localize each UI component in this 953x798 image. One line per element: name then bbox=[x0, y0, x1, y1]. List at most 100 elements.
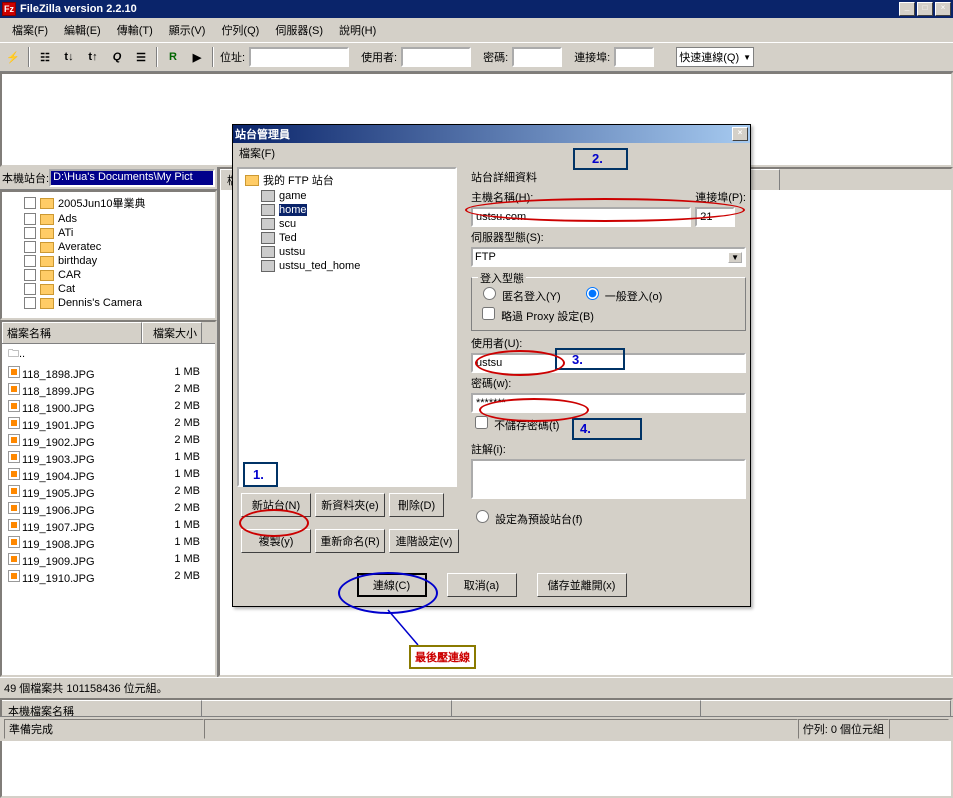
up-dir[interactable]: 🗀.. bbox=[4, 344, 144, 365]
app-icon: Fz bbox=[2, 2, 16, 16]
file-row[interactable]: 119_1909.JPG1 MB bbox=[2, 552, 215, 569]
file-row[interactable]: 119_1905.JPG2 MB bbox=[2, 484, 215, 501]
local-path-input[interactable]: D:\Hua's Documents\My Pict bbox=[49, 169, 215, 187]
annotation-oval-newsite bbox=[239, 509, 309, 537]
rename-button[interactable]: 重新命名(R) bbox=[315, 529, 385, 553]
port-label: 連接埠: bbox=[574, 49, 610, 65]
file-row[interactable]: 119_1903.JPG1 MB bbox=[2, 450, 215, 467]
default-site-radio[interactable]: 設定為預設站台(f) bbox=[471, 507, 746, 527]
local-status: 49 個檔案共 101158436 位元組。 bbox=[0, 677, 953, 698]
status-queue: 佇列: 0 個位元組 bbox=[798, 719, 889, 739]
local-file-list[interactable]: 檔案名稱 檔案大小 🗀.. 118_1898.JPG1 MB118_1899.J… bbox=[0, 320, 217, 677]
file-row[interactable]: 119_1907.JPG1 MB bbox=[2, 518, 215, 535]
tree-folder[interactable]: Averatec bbox=[4, 240, 213, 254]
tree-folder[interactable]: CAR bbox=[4, 268, 213, 282]
menu-help[interactable]: 說明(H) bbox=[331, 20, 384, 40]
annotation-3: 3. bbox=[572, 352, 583, 367]
menu-server[interactable]: 伺服器(S) bbox=[267, 20, 331, 40]
advanced-button[interactable]: 進階設定(v) bbox=[389, 529, 459, 553]
file-row[interactable]: 118_1898.JPG1 MB bbox=[2, 365, 215, 382]
file-row[interactable]: 118_1900.JPG2 MB bbox=[2, 399, 215, 416]
tree-folder[interactable]: 2005Jun10畢業典 bbox=[4, 194, 213, 212]
delete-button[interactable]: 刪除(D) bbox=[389, 493, 444, 517]
sitemanager-icon[interactable]: ☷ bbox=[34, 46, 56, 68]
col-filename[interactable]: 檔案名稱 bbox=[2, 322, 142, 343]
detail-title: 站台詳細資料 bbox=[471, 169, 746, 185]
annotation-1: 1. bbox=[253, 467, 264, 482]
site-item[interactable]: scu bbox=[241, 217, 453, 231]
quickconnect-button[interactable]: 快速連線(Q)▼ bbox=[676, 47, 754, 67]
pass-input[interactable] bbox=[512, 47, 562, 67]
tree-folder[interactable]: birthday bbox=[4, 254, 213, 268]
disconnect-icon[interactable]: ⚡ bbox=[2, 46, 24, 68]
file-row[interactable]: 119_1901.JPG2 MB bbox=[2, 416, 215, 433]
annotation-final: 最後壓連線 bbox=[409, 645, 476, 669]
menu-file[interactable]: 檔案(F) bbox=[4, 20, 56, 40]
dialog-close-button[interactable]: × bbox=[732, 127, 748, 141]
process-icon[interactable]: ▶ bbox=[186, 46, 208, 68]
user-input[interactable] bbox=[401, 47, 471, 67]
file-row[interactable]: 119_1908.JPG1 MB bbox=[2, 535, 215, 552]
menu-view[interactable]: 顯示(V) bbox=[161, 20, 214, 40]
log-icon[interactable]: ☰ bbox=[130, 46, 152, 68]
menu-edit[interactable]: 編輯(E) bbox=[56, 20, 109, 40]
main-menubar: 檔案(F) 編輯(E) 傳輸(T) 顯示(V) 佇列(Q) 伺服器(S) 說明(… bbox=[0, 18, 953, 42]
annotation-2: 2. bbox=[592, 151, 603, 166]
annotation-oval-host bbox=[465, 198, 745, 222]
local-site-label: 本機站台: bbox=[2, 170, 49, 186]
file-row[interactable]: 119_1902.JPG2 MB bbox=[2, 433, 215, 450]
file-row[interactable]: 119_1910.JPG2 MB bbox=[2, 569, 215, 586]
annotation-oval-pass bbox=[479, 398, 589, 422]
tree-folder[interactable]: Dennis's Camera bbox=[4, 296, 213, 310]
queue-icon[interactable]: Q bbox=[106, 46, 128, 68]
tree-folder[interactable]: Cat bbox=[4, 282, 213, 296]
anon-radio[interactable]: 匿名登入(Y) bbox=[478, 284, 561, 304]
addr-input[interactable] bbox=[249, 47, 349, 67]
tree-icon[interactable]: t↓ bbox=[58, 46, 80, 68]
cancel-button[interactable]: 取消(a) bbox=[447, 573, 517, 597]
save-exit-button[interactable]: 儲存並離開(x) bbox=[537, 573, 627, 597]
dialog-menu-file[interactable]: 檔案(F) bbox=[239, 148, 275, 160]
annotation-oval-connect bbox=[338, 572, 438, 614]
minimize-button[interactable]: _ bbox=[899, 2, 915, 16]
servertype-label: 伺服器型態(S): bbox=[471, 229, 746, 245]
site-item[interactable]: ustsu bbox=[241, 245, 453, 259]
site-tree[interactable]: 我的 FTP 站台 gamehomescuTedustsuustsu_ted_h… bbox=[237, 167, 457, 487]
normal-radio[interactable]: 一般登入(o) bbox=[581, 284, 663, 304]
close-button[interactable]: × bbox=[935, 2, 951, 16]
nosave-checkbox[interactable]: 不儲存密碼(t) bbox=[471, 420, 559, 432]
tree-folder[interactable]: Ads bbox=[4, 212, 213, 226]
pass-label-dlg: 密碼(w): bbox=[471, 375, 746, 391]
site-item[interactable]: game bbox=[241, 189, 453, 203]
tree2-icon[interactable]: t↑ bbox=[82, 46, 104, 68]
app-title: FileZilla version 2.2.10 bbox=[20, 3, 899, 15]
main-toolbar: ⚡ ☷ t↓ t↑ Q ☰ R ▶ 位址: 使用者: 密碼: 連接埠: 快速連線… bbox=[0, 42, 953, 72]
refresh-icon[interactable]: R bbox=[162, 46, 184, 68]
comment-textarea[interactable] bbox=[471, 459, 746, 499]
tree-folder[interactable]: ATi bbox=[4, 226, 213, 240]
servertype-select[interactable]: FTP▼ bbox=[471, 247, 746, 267]
main-titlebar: Fz FileZilla version 2.2.10 _ □ × bbox=[0, 0, 953, 18]
menu-transfer[interactable]: 傳輸(T) bbox=[109, 20, 161, 40]
dialog-title: 站台管理員 bbox=[235, 126, 732, 142]
bypass-checkbox[interactable]: 略過 Proxy 設定(B) bbox=[478, 311, 594, 323]
port-input[interactable] bbox=[614, 47, 654, 67]
site-item[interactable]: ustsu_ted_home bbox=[241, 259, 453, 273]
new-folder-button[interactable]: 新資料夾(e) bbox=[315, 493, 385, 517]
status-ready: 準備完成 bbox=[4, 719, 204, 739]
annotation-4: 4. bbox=[580, 421, 591, 436]
site-item[interactable]: home bbox=[241, 203, 453, 217]
logon-group-label: 登入型態 bbox=[478, 270, 526, 286]
user-label-dlg: 使用者(U): bbox=[471, 335, 746, 351]
maximize-button[interactable]: □ bbox=[917, 2, 933, 16]
site-item[interactable]: Ted bbox=[241, 231, 453, 245]
file-row[interactable]: 118_1899.JPG2 MB bbox=[2, 382, 215, 399]
menu-queue[interactable]: 佇列(Q) bbox=[213, 20, 267, 40]
site-tree-root[interactable]: 我的 FTP 站台 bbox=[241, 171, 453, 189]
file-row[interactable]: 119_1904.JPG1 MB bbox=[2, 467, 215, 484]
local-tree[interactable]: 2005Jun10畢業典AdsATiAveratecbirthdayCARCat… bbox=[0, 190, 217, 320]
annotation-oval-user bbox=[475, 350, 565, 376]
transfer-queue[interactable]: 本機檔案名稱 bbox=[0, 698, 953, 798]
col-filesize[interactable]: 檔案大小 bbox=[142, 322, 202, 343]
file-row[interactable]: 119_1906.JPG2 MB bbox=[2, 501, 215, 518]
